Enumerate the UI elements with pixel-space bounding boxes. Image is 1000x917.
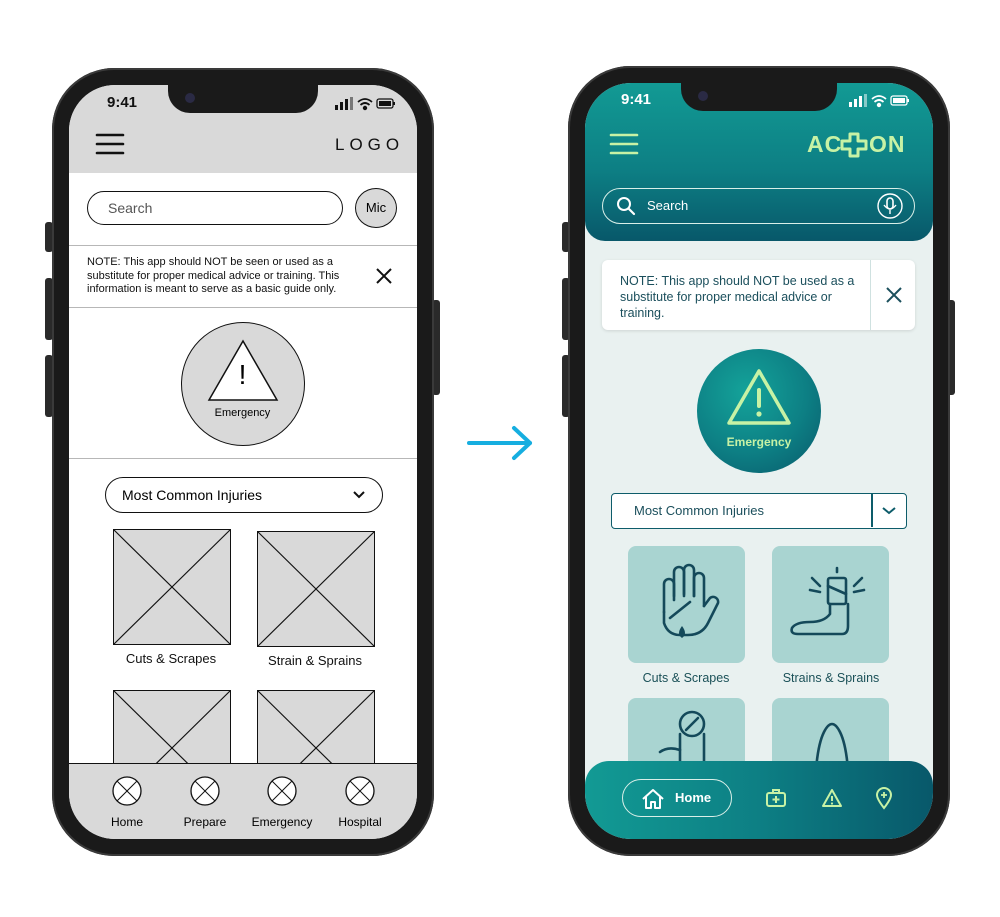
wifi-icon bbox=[357, 98, 373, 111]
battery-icon bbox=[376, 98, 395, 109]
nav-circle-icon bbox=[267, 776, 297, 806]
tile-label: Strains & Sprains bbox=[782, 671, 880, 685]
search-icon bbox=[617, 197, 636, 216]
phone-notch bbox=[681, 83, 837, 111]
disclaimer-note: NOTE: This app should NOT be used as a s… bbox=[620, 274, 855, 320]
tile-label: Cuts & Scrapes bbox=[125, 651, 217, 666]
tile-cuts-scrapes[interactable] bbox=[628, 546, 745, 663]
nav-label: Hospital bbox=[338, 815, 382, 829]
mic-icon[interactable] bbox=[876, 192, 904, 220]
location-pin-icon[interactable] bbox=[875, 786, 893, 810]
final-phone: 9:41 AC ON Search NOTE: This app should … bbox=[568, 66, 950, 856]
front-camera bbox=[185, 93, 195, 103]
card-divider bbox=[870, 260, 871, 330]
phone-notch bbox=[168, 85, 318, 113]
injury-dropdown[interactable]: Most Common Injuries bbox=[105, 477, 383, 513]
disclaimer-card: NOTE: This app should NOT be used as a s… bbox=[602, 260, 915, 330]
battery-icon bbox=[890, 95, 909, 106]
nav-circle-icon bbox=[190, 776, 220, 806]
medical-cross-icon bbox=[840, 132, 868, 158]
signal-icon bbox=[849, 94, 867, 107]
tile-label: Strain & Sprains bbox=[268, 653, 362, 668]
wifi-icon bbox=[871, 95, 887, 108]
mic-label: Mic bbox=[365, 200, 387, 215]
nav-hospital[interactable]: Hospital bbox=[320, 776, 400, 829]
alert-icon[interactable] bbox=[821, 788, 843, 808]
emergency-label: Emergency bbox=[726, 435, 792, 449]
dropdown-divider bbox=[871, 494, 873, 527]
arrow-right-icon bbox=[467, 426, 532, 460]
nav-home[interactable]: Home bbox=[622, 779, 732, 817]
dropdown-label: Most Common Injuries bbox=[122, 487, 263, 503]
tile-label: Cuts & Scrapes bbox=[642, 671, 730, 685]
warning-symbol: ! bbox=[238, 359, 247, 390]
search-input[interactable]: Search bbox=[87, 191, 343, 225]
mic-button[interactable]: Mic bbox=[355, 188, 397, 228]
search-placeholder: Search bbox=[108, 200, 153, 216]
hamburger-icon[interactable] bbox=[609, 133, 639, 155]
sprained-foot-icon bbox=[790, 566, 866, 636]
nav-circle-icon bbox=[345, 776, 375, 806]
placeholder-image-icon bbox=[258, 532, 374, 646]
close-icon[interactable] bbox=[374, 266, 394, 286]
logo-text-left: AC bbox=[807, 131, 843, 157]
divider bbox=[69, 245, 417, 246]
status-icons bbox=[849, 94, 909, 108]
emergency-label: Emergency bbox=[214, 407, 271, 419]
dropdown-label: Most Common Injuries bbox=[634, 503, 765, 518]
tile-strain-sprains[interactable] bbox=[257, 531, 375, 647]
nav-emergency[interactable]: Emergency bbox=[242, 776, 322, 829]
final-bottom-nav: Home bbox=[585, 761, 933, 839]
hand-cut-icon bbox=[662, 563, 720, 638]
injury-dropdown[interactable]: Most Common Injuries bbox=[611, 493, 907, 529]
hamburger-icon[interactable] bbox=[95, 133, 125, 155]
nav-home-label: Home bbox=[675, 790, 712, 805]
tile-strains-sprains[interactable] bbox=[772, 546, 889, 663]
wireframe-phone: 9:41 LOGO Search Mic NOTE: This app shou… bbox=[52, 68, 434, 856]
nav-label: Home bbox=[110, 815, 143, 829]
status-time: 9:41 bbox=[107, 94, 138, 111]
action-logo: AC ON bbox=[807, 131, 911, 159]
wireframe-screen: 9:41 LOGO Search Mic NOTE: This app shou… bbox=[69, 85, 417, 839]
final-screen: 9:41 AC ON Search NOTE: This app should … bbox=[585, 83, 933, 839]
status-icons bbox=[335, 97, 395, 111]
finger-bandage-icon bbox=[658, 710, 706, 768]
emergency-button[interactable]: ! Emergency bbox=[181, 322, 305, 446]
tile-cuts-scrapes[interactable] bbox=[113, 529, 231, 645]
home-icon bbox=[642, 789, 664, 809]
search-placeholder: Search bbox=[647, 198, 689, 213]
chevron-down-icon bbox=[353, 491, 365, 499]
search-input[interactable]: Search bbox=[602, 188, 915, 224]
divider bbox=[69, 458, 417, 459]
warning-icon bbox=[727, 369, 791, 425]
chevron-down-icon bbox=[882, 507, 896, 515]
signal-icon bbox=[335, 97, 353, 110]
placeholder-image-icon bbox=[114, 530, 230, 644]
nav-label: Emergency bbox=[251, 815, 313, 829]
nav-prepare[interactable]: Prepare bbox=[165, 776, 245, 829]
close-icon[interactable] bbox=[884, 285, 904, 305]
divider bbox=[69, 307, 417, 308]
logo-placeholder: LOGO bbox=[335, 135, 405, 154]
nav-label: Prepare bbox=[183, 815, 227, 829]
nav-home[interactable]: Home bbox=[87, 776, 167, 829]
front-camera bbox=[698, 91, 708, 101]
status-time: 9:41 bbox=[621, 91, 652, 108]
first-aid-kit-icon[interactable] bbox=[765, 788, 787, 808]
wireframe-bottom-nav: Home Prepare Emergency Hospital bbox=[69, 763, 417, 839]
nav-circle-icon bbox=[112, 776, 142, 806]
emergency-button[interactable]: Emergency bbox=[697, 349, 821, 473]
logo-text-right: ON bbox=[869, 131, 906, 157]
disclaimer-note: NOTE: This app should NOT be seen or use… bbox=[87, 256, 340, 295]
